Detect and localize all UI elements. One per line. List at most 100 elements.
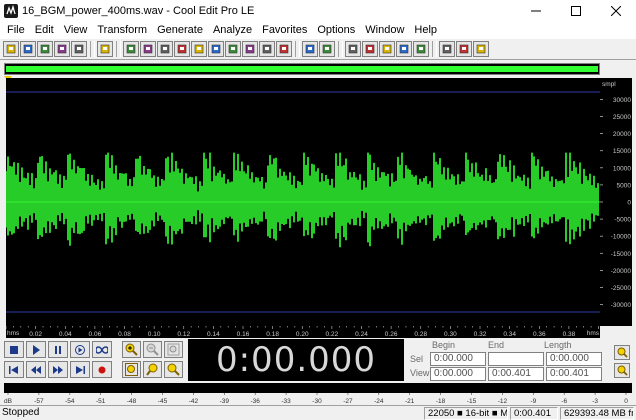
level-tick-label: -27 [343, 398, 353, 405]
copy-new-button[interactable] [174, 41, 190, 57]
copy-button[interactable] [157, 41, 173, 57]
menu-generate[interactable]: Generate [152, 24, 208, 36]
level-tick-label: -57 [34, 398, 44, 405]
zoom-in-vertical-button[interactable] [614, 345, 630, 360]
time-tick-label: 0.26 [385, 331, 398, 338]
menu-help[interactable]: Help [409, 24, 442, 36]
silence-button[interactable] [276, 41, 292, 57]
loop-button[interactable] [92, 341, 112, 358]
paste-new-button[interactable] [225, 41, 241, 57]
zoom-in-horizontal-button[interactable] [122, 341, 141, 358]
toolbar [0, 38, 636, 60]
open-button[interactable] [3, 41, 19, 57]
close-button[interactable] [596, 0, 636, 22]
script-button[interactable] [439, 41, 455, 57]
save-button[interactable] [37, 41, 53, 57]
view-begin-field[interactable]: 0:00.000 [430, 367, 486, 381]
level-tick-label: -6 [561, 398, 567, 405]
cd-player-button[interactable] [413, 41, 429, 57]
zoom-out-vertical-button[interactable] [614, 363, 630, 378]
minimize-button[interactable] [516, 0, 556, 22]
menu-analyze[interactable]: Analyze [208, 24, 257, 36]
sel-length-field[interactable]: 0:00.000 [546, 352, 602, 366]
menu-window[interactable]: Window [360, 24, 409, 36]
spectral-view-button[interactable] [302, 41, 318, 57]
overview-range[interactable] [6, 66, 598, 72]
fast-forward-button[interactable] [48, 361, 68, 378]
open-folder-button[interactable] [20, 41, 36, 57]
zoom-panel [122, 341, 184, 379]
zoom-out-vertical-icon [617, 365, 628, 376]
menu-file[interactable]: File [2, 24, 30, 36]
menu-favorites[interactable]: Favorites [257, 24, 312, 36]
zoom-full-button[interactable] [164, 341, 183, 358]
view-end-field[interactable]: 0:00.401 [488, 367, 544, 381]
pause-icon [55, 345, 61, 354]
toolbar-separator [90, 41, 95, 57]
menu-edit[interactable]: Edit [30, 24, 59, 36]
overview-bar[interactable] [4, 63, 600, 75]
cut-button[interactable] [191, 41, 207, 57]
zoom-out-horizontal-button[interactable] [143, 341, 162, 358]
repeat-button[interactable] [140, 41, 156, 57]
close-file-button[interactable] [71, 41, 87, 57]
paste-button[interactable] [208, 41, 224, 57]
cool-edit-window: 16_BGM_power_400ms.wav - Cool Edit Pro L… [0, 0, 636, 420]
select-view-button[interactable] [345, 41, 361, 57]
trim-button[interactable] [259, 41, 275, 57]
mix-paste-button[interactable] [242, 41, 258, 57]
silence-icon [279, 44, 289, 54]
amplitude-tick-label: 15000 [613, 148, 631, 155]
play-button[interactable] [26, 341, 46, 358]
zoom-in-vertical-icon [617, 347, 628, 358]
level-tick-label: -12 [498, 398, 508, 405]
menu-transform[interactable]: Transform [92, 24, 152, 36]
zoom-selection-button[interactable] [122, 361, 141, 378]
redo-button[interactable] [123, 41, 139, 57]
amplitude-tick-label: -15000 [611, 251, 632, 258]
undo-button[interactable] [97, 41, 113, 57]
go-to-end-button[interactable] [70, 361, 90, 378]
settings-button[interactable] [456, 41, 472, 57]
snap-button[interactable] [362, 41, 378, 57]
zoom-right-button[interactable] [164, 361, 183, 378]
time-tick-label: 0.38 [563, 331, 576, 338]
time-tick-label: 0.04 [59, 331, 72, 338]
properties-button[interactable] [396, 41, 412, 57]
level-tick-label: -51 [96, 398, 106, 405]
zoom-left-button[interactable] [143, 361, 162, 378]
save-as-button[interactable] [54, 41, 70, 57]
stop-button[interactable] [4, 341, 24, 358]
sel-begin-field[interactable]: 0:00.000 [430, 352, 486, 366]
time-ruler-canvas: hms hms 0.02 0.04 0.06 0.08 0.10 0.12 0.14 0.16 0.… [6, 326, 600, 338]
sel-end-field[interactable] [488, 352, 544, 366]
menu-view[interactable]: View [59, 24, 93, 36]
selection-panel: Begin End Length Sel View 0:00.000 0:00.… [406, 340, 606, 382]
waveform-view-icon [322, 44, 332, 54]
play-to-end-button[interactable] [70, 341, 90, 358]
loop-icon [96, 345, 108, 354]
level-tick-label: -21 [405, 398, 415, 405]
app-icon [4, 4, 18, 18]
waveform-view-button[interactable] [319, 41, 335, 57]
go-to-start-button[interactable] [4, 361, 24, 378]
menu-options[interactable]: Options [312, 24, 360, 36]
view-length-field[interactable]: 0:00.401 [546, 367, 602, 381]
waveform-display[interactable] [6, 78, 600, 326]
save-icon [40, 44, 50, 54]
waveform-trace [6, 152, 599, 248]
amplitude-tick-label: 20000 [613, 131, 631, 138]
toolbar-separator [116, 41, 121, 57]
amplitude-ruler-canvas: smpl 30000 25000 20000 15000 10000 5000 0 -5000 -… [600, 81, 632, 309]
info-button[interactable] [379, 41, 395, 57]
time-tick-label: 0.30 [444, 331, 457, 338]
toolbar-separator [338, 41, 343, 57]
rewind-button[interactable] [26, 361, 46, 378]
vertical-scrollbar[interactable] [632, 63, 636, 326]
help-icon [476, 44, 486, 54]
time-tick-label: 0.08 [118, 331, 131, 338]
record-button[interactable] [92, 361, 112, 378]
pause-button[interactable] [48, 341, 68, 358]
maximize-button[interactable] [556, 0, 596, 22]
help-button[interactable] [473, 41, 489, 57]
